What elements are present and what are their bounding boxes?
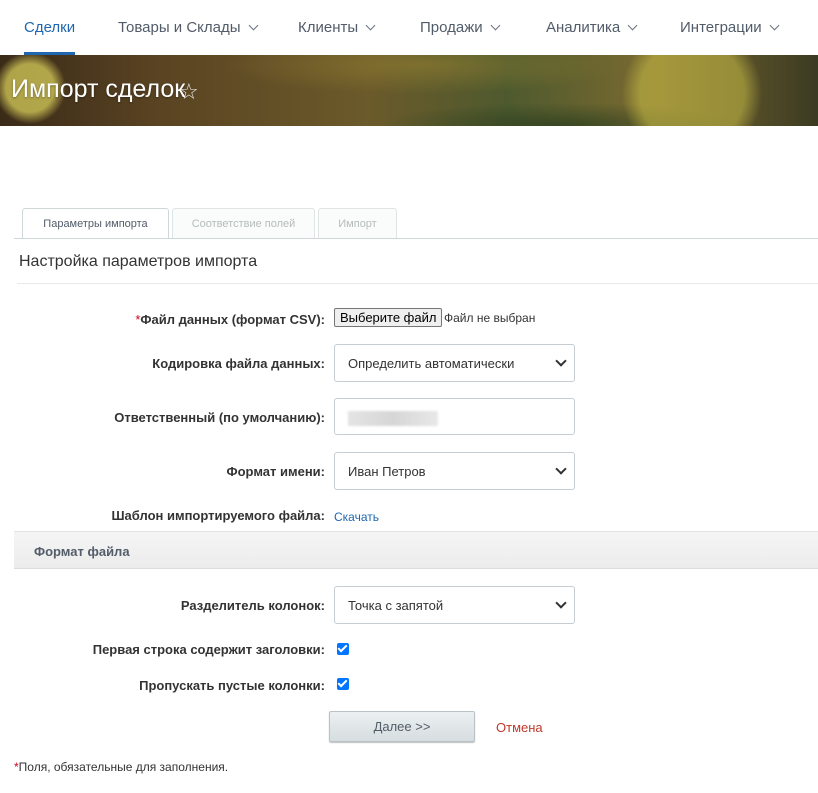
nav-item-label: Интеграции: [680, 19, 762, 36]
chevron-down-icon: [490, 20, 501, 31]
encoding-label: Кодировка файла данных:: [152, 356, 325, 371]
nav-item-products-warehouses[interactable]: Товары и Склады: [118, 0, 258, 55]
nav-item-sales[interactable]: Продажи: [420, 0, 501, 55]
encoding-select[interactable]: Определить автоматически: [334, 344, 575, 382]
responsible-label: Ответственный (по умолчанию):: [114, 410, 325, 425]
select-value: Определить автоматически: [348, 356, 515, 371]
label-text: Файл данных (формат CSV):: [140, 312, 325, 327]
chevron-down-icon: [555, 597, 567, 609]
tab-import[interactable]: Импорт: [318, 208, 397, 238]
tab-label: Импорт: [338, 218, 377, 230]
name-format-label: Формат имени:: [226, 464, 325, 479]
required-fields-note: *Поля, обязательные для заполнения.: [14, 760, 228, 774]
nav-item-label: Сделки: [24, 19, 76, 36]
nav-item-clients[interactable]: Клиенты: [298, 0, 376, 55]
data-file-label: *Файл данных (формат CSV):: [135, 312, 325, 327]
nav-item-label: Товары и Склады: [118, 19, 241, 36]
tab-field-mapping[interactable]: Соответствие полей: [172, 208, 315, 238]
nav-item-deals[interactable]: Сделки: [24, 0, 76, 55]
chevron-down-icon: [627, 20, 638, 31]
file-status-text: Файл не выбран: [444, 311, 536, 325]
subsection-title: Формат файла: [34, 544, 130, 559]
import-form-card: Параметры импорта Соответствие полей Имп…: [0, 126, 818, 793]
cancel-link[interactable]: Отмена: [496, 720, 543, 735]
first-row-headers-label: Первая строка содержит заголовки:: [92, 642, 325, 657]
select-value: Точка с запятой: [348, 598, 444, 613]
chevron-down-icon: [769, 20, 780, 31]
choose-file-button[interactable]: Выберите файл: [334, 308, 443, 327]
first-row-headers-checkbox[interactable]: [337, 643, 349, 655]
star-outline-icon[interactable]: ☆: [179, 79, 199, 105]
nav-item-label: Продажи: [420, 19, 483, 36]
top-navigation: Сделки Товары и Склады Клиенты Продажи А…: [0, 0, 818, 55]
download-template-link[interactable]: Скачать: [334, 510, 379, 524]
nav-item-label: Аналитика: [546, 19, 621, 36]
chevron-down-icon: [365, 20, 376, 31]
section-title: Настройка параметров импорта: [19, 253, 258, 270]
nav-item-analytics[interactable]: Аналитика: [546, 0, 638, 55]
redacted-value: [348, 411, 438, 426]
chevron-down-icon: [555, 463, 567, 475]
responsible-input[interactable]: [334, 398, 575, 435]
chevron-down-icon: [248, 20, 258, 31]
skip-empty-columns-checkbox[interactable]: [337, 678, 349, 690]
tab-label: Соответствие полей: [191, 218, 296, 230]
chevron-down-icon: [555, 355, 567, 367]
next-button[interactable]: Далее >>: [329, 711, 475, 742]
section-divider: [17, 283, 818, 284]
nav-item-label: Клиенты: [298, 19, 359, 36]
separator-label: Разделитель колонок:: [180, 598, 325, 613]
select-value: Иван Петров: [348, 464, 426, 479]
nav-item-integrations[interactable]: Интеграции: [680, 0, 780, 55]
separator-select[interactable]: Точка с запятой: [334, 586, 575, 624]
name-format-select[interactable]: Иван Петров: [334, 452, 575, 490]
page-title: Импорт сделок: [11, 75, 186, 103]
template-label: Шаблон импортируемого файла:: [111, 508, 325, 523]
skip-empty-columns-label: Пропускать пустые колонки:: [139, 678, 325, 693]
page-header-banner: Импорт сделок ☆: [0, 55, 818, 126]
tabs-divider: [14, 238, 818, 239]
tab-import-params[interactable]: Параметры импорта: [22, 208, 169, 239]
note-text: Поля, обязательные для заполнения.: [18, 760, 229, 774]
file-format-section-header: Формат файла: [14, 531, 818, 569]
tab-label: Параметры импорта: [43, 218, 148, 230]
